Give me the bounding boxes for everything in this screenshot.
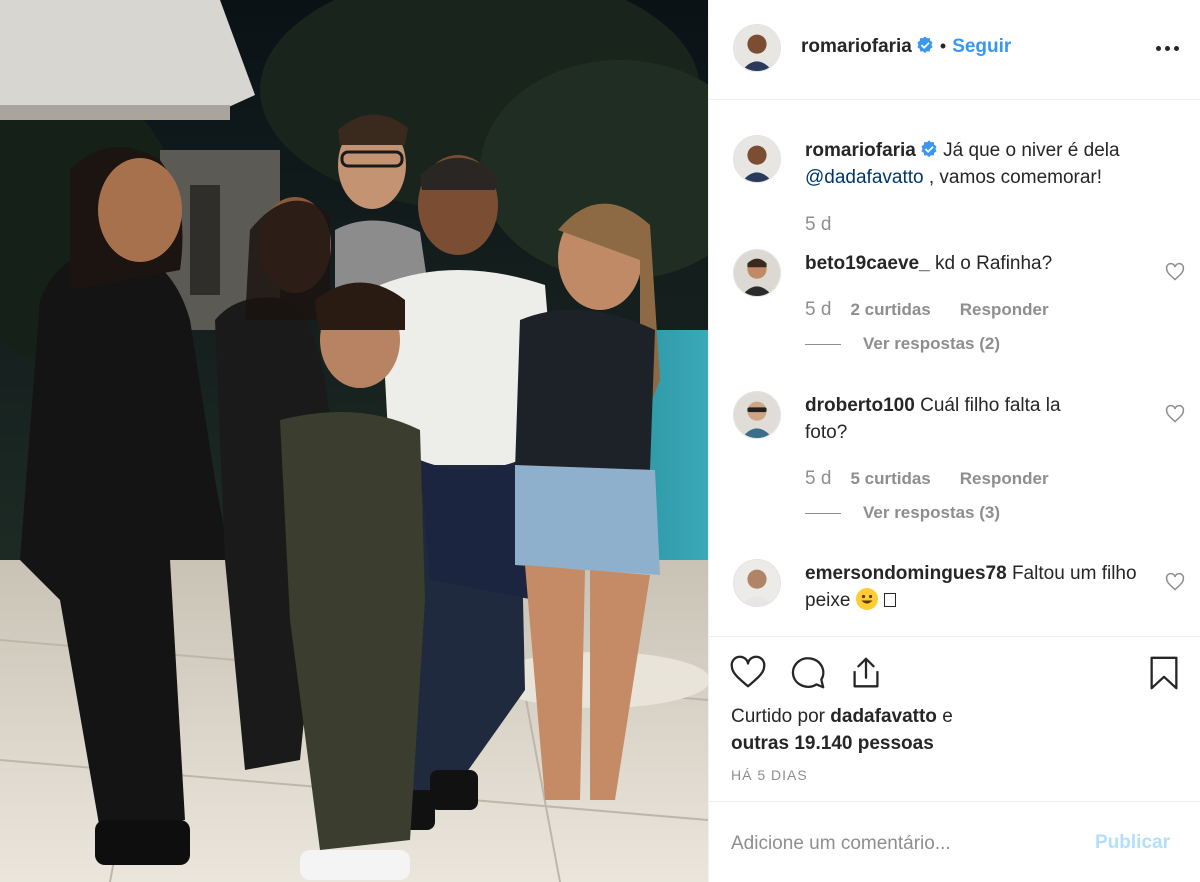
header-line: romariofaria • Seguir — [801, 36, 1011, 58]
share-icon[interactable] — [847, 654, 885, 692]
comment-username[interactable]: emersondomingues78 — [805, 563, 1007, 584]
view-replies-label: Ver respostas (2) — [863, 334, 1001, 353]
post-header: romariofaria • Seguir — [709, 0, 1200, 100]
view-replies-button[interactable]: Ver respostas (3) — [805, 503, 1000, 523]
caption-body-2: , vamos comemorar! — [928, 167, 1103, 188]
bookmark-icon[interactable] — [1145, 654, 1183, 692]
view-replies-label: Ver respostas (3) — [863, 503, 1001, 522]
reply-button[interactable]: Responder — [960, 469, 1049, 488]
group-photo-illustration — [0, 0, 708, 882]
add-comment-bar: Publicar — [709, 801, 1200, 882]
comment-like-heart-icon[interactable] — [1165, 262, 1185, 282]
post-timestamp[interactable]: HÁ 5 DIAS — [731, 767, 808, 783]
caption-username[interactable]: romariofaria — [805, 140, 916, 161]
author-username[interactable]: romariofaria — [801, 36, 912, 57]
liked-user-link[interactable]: dadafavatto — [830, 706, 937, 727]
comment-text: beto19caeve_ kd o Rafinha? — [805, 250, 1145, 277]
reply-button[interactable]: Responder — [960, 300, 1049, 319]
more-options-icon[interactable] — [1149, 36, 1185, 60]
commenter-avatar[interactable] — [733, 559, 781, 607]
commenter-avatar[interactable] — [733, 391, 781, 439]
liked-conj: e — [942, 706, 953, 727]
caption-avatar[interactable] — [733, 135, 781, 183]
heart-icon[interactable] — [729, 654, 767, 692]
liked-prefix: Curtido por — [731, 706, 825, 727]
comment-meta: 5 d 5 curtidas Responder — [805, 468, 1049, 490]
follow-button[interactable]: Seguir — [952, 36, 1011, 57]
author-avatar[interactable] — [733, 24, 781, 72]
caption-body-1: Já que o niver é dela — [943, 140, 1120, 161]
comment-username[interactable]: droberto100 — [805, 395, 915, 416]
replies-line — [805, 343, 841, 345]
caption-mention-link[interactable]: @dadafavatto — [805, 167, 924, 188]
comments-list[interactable]: romariofaria Já que o niver é dela @dada… — [709, 101, 1200, 635]
caption-text: romariofaria Já que o niver é dela @dada… — [805, 137, 1145, 191]
post-side-panel: romariofaria • Seguir romariofaria Já que … — [708, 0, 1200, 882]
verified-badge-icon — [921, 140, 937, 158]
comment-likes[interactable]: 5 curtidas — [850, 469, 930, 488]
publish-button[interactable]: Publicar — [1095, 832, 1170, 854]
separator-dot: • — [939, 36, 947, 56]
view-replies-button[interactable]: Ver respostas (2) — [805, 334, 1000, 354]
caption-age[interactable]: 5 d — [805, 214, 831, 235]
comment-text: droberto100 Cuál filho falta la foto? — [805, 392, 1105, 446]
missing-glyph-icon — [884, 593, 897, 607]
commenter-avatar[interactable] — [733, 249, 781, 297]
comment-age[interactable]: 5 d — [805, 299, 831, 320]
caption-meta: 5 d — [805, 214, 845, 236]
verified-badge-icon — [917, 36, 933, 54]
comment-like-heart-icon[interactable] — [1165, 404, 1185, 424]
post-actions: Curtido por dadafavatto e outras 19.140 … — [709, 636, 1200, 800]
comment-like-heart-icon[interactable] — [1165, 572, 1185, 592]
comment-meta: 5 d 2 curtidas Responder — [805, 299, 1049, 321]
comment-username[interactable]: beto19caeve_ — [805, 253, 930, 274]
comment-likes[interactable]: 2 curtidas — [850, 300, 930, 319]
comment-text: emersondomingues78 Faltou um filho peixe — [805, 560, 1145, 614]
comment-age[interactable]: 5 d — [805, 468, 831, 489]
smiling-face-emoji-icon — [856, 588, 879, 610]
post-photo[interactable] — [0, 0, 708, 882]
comment-input[interactable] — [731, 830, 1071, 858]
replies-line — [805, 512, 841, 514]
liked-by-text: Curtido por dadafavatto e outras 19.140 … — [731, 703, 953, 757]
comment-bubble-icon[interactable] — [789, 654, 827, 692]
liked-others-link[interactable]: outras 19.140 pessoas — [731, 733, 934, 754]
comment-body: kd o Rafinha? — [934, 253, 1053, 274]
